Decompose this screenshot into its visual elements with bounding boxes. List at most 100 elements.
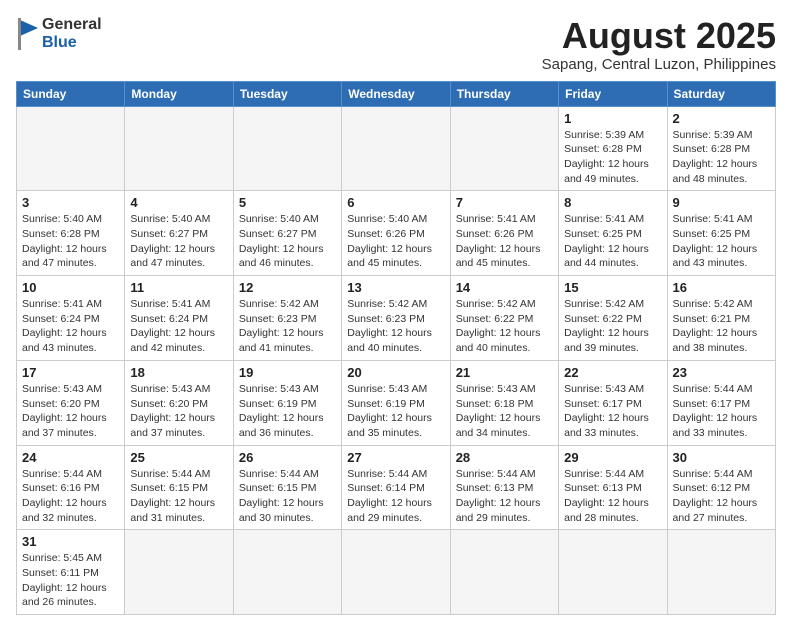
table-row: 31 Sunrise: 5:45 AM Sunset: 6:11 PM Dayli… (17, 530, 125, 615)
calendar-week-5: 24 Sunrise: 5:44 AM Sunset: 6:16 PM Dayli… (17, 445, 776, 530)
col-header-wednesday: Wednesday (342, 81, 450, 106)
day-number: 5 (239, 195, 336, 210)
day-info: Sunrise: 5:44 AM Sunset: 6:14 PM Dayligh… (347, 467, 444, 526)
day-number: 18 (130, 365, 227, 380)
day-info: Sunrise: 5:43 AM Sunset: 6:17 PM Dayligh… (564, 382, 661, 441)
title-area: August 2025 Sapang, Central Luzon, Phili… (542, 16, 776, 73)
day-info: Sunrise: 5:45 AM Sunset: 6:11 PM Dayligh… (22, 551, 119, 610)
day-info: Sunrise: 5:40 AM Sunset: 6:26 PM Dayligh… (347, 212, 444, 271)
table-row (667, 530, 775, 615)
table-row: 19Sunrise: 5:43 AM Sunset: 6:19 PM Dayli… (233, 360, 341, 445)
day-info: Sunrise: 5:40 AM Sunset: 6:28 PM Dayligh… (22, 212, 119, 271)
day-number: 23 (673, 365, 770, 380)
table-row (125, 530, 233, 615)
day-info: Sunrise: 5:42 AM Sunset: 6:22 PM Dayligh… (456, 297, 553, 356)
table-row (233, 530, 341, 615)
col-header-friday: Friday (559, 81, 667, 106)
logo: General Blue (16, 16, 102, 52)
day-info: Sunrise: 5:44 AM Sunset: 6:13 PM Dayligh… (564, 467, 661, 526)
table-row: 1Sunrise: 5:39 AM Sunset: 6:28 PM Daylig… (559, 106, 667, 191)
table-row (450, 106, 558, 191)
table-row: 24 Sunrise: 5:44 AM Sunset: 6:16 PM Dayli… (17, 445, 125, 530)
table-row (342, 530, 450, 615)
table-row: 29 Sunrise: 5:44 AM Sunset: 6:13 PM Dayli… (559, 445, 667, 530)
day-number: 24 (22, 450, 119, 465)
day-number: 17 (22, 365, 119, 380)
logo-blue-text: Blue (42, 34, 102, 52)
table-row: 4Sunrise: 5:40 AM Sunset: 6:27 PM Daylig… (125, 191, 233, 276)
col-header-tuesday: Tuesday (233, 81, 341, 106)
table-row: 22 Sunrise: 5:43 AM Sunset: 6:17 PM Dayli… (559, 360, 667, 445)
day-number: 21 (456, 365, 553, 380)
table-row (125, 106, 233, 191)
table-row: 16Sunrise: 5:42 AM Sunset: 6:21 PM Dayli… (667, 276, 775, 361)
table-row: 5Sunrise: 5:40 AM Sunset: 6:27 PM Daylig… (233, 191, 341, 276)
day-number: 27 (347, 450, 444, 465)
table-row: 13Sunrise: 5:42 AM Sunset: 6:23 PM Dayli… (342, 276, 450, 361)
day-info: Sunrise: 5:44 AM Sunset: 6:12 PM Dayligh… (673, 467, 770, 526)
calendar-week-3: 10 Sunrise: 5:41 AM Sunset: 6:24 PM Dayli… (17, 276, 776, 361)
col-header-thursday: Thursday (450, 81, 558, 106)
logo-general-text: General (42, 16, 102, 34)
logo-container: General Blue (16, 16, 102, 52)
calendar-week-4: 17 Sunrise: 5:43 AM Sunset: 6:20 PM Dayli… (17, 360, 776, 445)
day-number: 1 (564, 111, 661, 126)
day-number: 31 (22, 534, 119, 549)
day-number: 11 (130, 280, 227, 295)
col-header-saturday: Saturday (667, 81, 775, 106)
location-subtitle: Sapang, Central Luzon, Philippines (542, 56, 776, 73)
day-number: 10 (22, 280, 119, 295)
day-number: 3 (22, 195, 119, 210)
day-number: 20 (347, 365, 444, 380)
day-number: 13 (347, 280, 444, 295)
day-number: 28 (456, 450, 553, 465)
col-header-monday: Monday (125, 81, 233, 106)
day-info: Sunrise: 5:44 AM Sunset: 6:15 PM Dayligh… (130, 467, 227, 526)
table-row: 27 Sunrise: 5:44 AM Sunset: 6:14 PM Dayli… (342, 445, 450, 530)
table-row: 26 Sunrise: 5:44 AM Sunset: 6:15 PM Dayli… (233, 445, 341, 530)
table-row: 9 Sunrise: 5:41 AM Sunset: 6:25 PM Daylig… (667, 191, 775, 276)
day-number: 9 (673, 195, 770, 210)
day-info: Sunrise: 5:41 AM Sunset: 6:26 PM Dayligh… (456, 212, 553, 271)
table-row: 3 Sunrise: 5:40 AM Sunset: 6:28 PM Daylig… (17, 191, 125, 276)
day-info: Sunrise: 5:43 AM Sunset: 6:19 PM Dayligh… (347, 382, 444, 441)
table-row: 11Sunrise: 5:41 AM Sunset: 6:24 PM Dayli… (125, 276, 233, 361)
calendar-table: SundayMondayTuesdayWednesdayThursdayFrid… (16, 81, 776, 616)
day-info: Sunrise: 5:42 AM Sunset: 6:22 PM Dayligh… (564, 297, 661, 356)
table-row (17, 106, 125, 191)
day-number: 4 (130, 195, 227, 210)
day-info: Sunrise: 5:44 AM Sunset: 6:15 PM Dayligh… (239, 467, 336, 526)
table-row: 8Sunrise: 5:41 AM Sunset: 6:25 PM Daylig… (559, 191, 667, 276)
day-info: Sunrise: 5:43 AM Sunset: 6:19 PM Dayligh… (239, 382, 336, 441)
table-row: 21Sunrise: 5:43 AM Sunset: 6:18 PM Dayli… (450, 360, 558, 445)
day-number: 26 (239, 450, 336, 465)
logo-flag-icon (16, 16, 40, 52)
day-number: 22 (564, 365, 661, 380)
day-info: Sunrise: 5:43 AM Sunset: 6:20 PM Dayligh… (22, 382, 119, 441)
day-info: Sunrise: 5:44 AM Sunset: 6:13 PM Dayligh… (456, 467, 553, 526)
table-row: 7Sunrise: 5:41 AM Sunset: 6:26 PM Daylig… (450, 191, 558, 276)
day-number: 29 (564, 450, 661, 465)
table-row: 12Sunrise: 5:42 AM Sunset: 6:23 PM Dayli… (233, 276, 341, 361)
table-row (342, 106, 450, 191)
day-number: 25 (130, 450, 227, 465)
day-number: 16 (673, 280, 770, 295)
day-info: Sunrise: 5:43 AM Sunset: 6:20 PM Dayligh… (130, 382, 227, 441)
table-row: 17 Sunrise: 5:43 AM Sunset: 6:20 PM Dayli… (17, 360, 125, 445)
table-row: 23Sunrise: 5:44 AM Sunset: 6:17 PM Dayli… (667, 360, 775, 445)
day-info: Sunrise: 5:41 AM Sunset: 6:25 PM Dayligh… (673, 212, 770, 271)
table-row (233, 106, 341, 191)
table-row: 28 Sunrise: 5:44 AM Sunset: 6:13 PM Dayli… (450, 445, 558, 530)
calendar-week-1: 1 Sunrise: 5:39 AM Sunset: 6:28 PM Daylig… (17, 106, 776, 191)
table-row: 18 Sunrise: 5:43 AM Sunset: 6:20 PM Dayli… (125, 360, 233, 445)
table-row: 15Sunrise: 5:42 AM Sunset: 6:22 PM Dayli… (559, 276, 667, 361)
calendar-week-2: 3 Sunrise: 5:40 AM Sunset: 6:28 PM Daylig… (17, 191, 776, 276)
day-info: Sunrise: 5:41 AM Sunset: 6:24 PM Dayligh… (22, 297, 119, 356)
table-row: 25 Sunrise: 5:44 AM Sunset: 6:15 PM Dayli… (125, 445, 233, 530)
day-number: 2 (673, 111, 770, 126)
col-header-sunday: Sunday (17, 81, 125, 106)
day-info: Sunrise: 5:39 AM Sunset: 6:28 PM Dayligh… (673, 128, 770, 187)
day-info: Sunrise: 5:44 AM Sunset: 6:16 PM Dayligh… (22, 467, 119, 526)
page-header: General Blue August 2025 Sapang, Central… (16, 16, 776, 73)
calendar-header-row: SundayMondayTuesdayWednesdayThursdayFrid… (17, 81, 776, 106)
